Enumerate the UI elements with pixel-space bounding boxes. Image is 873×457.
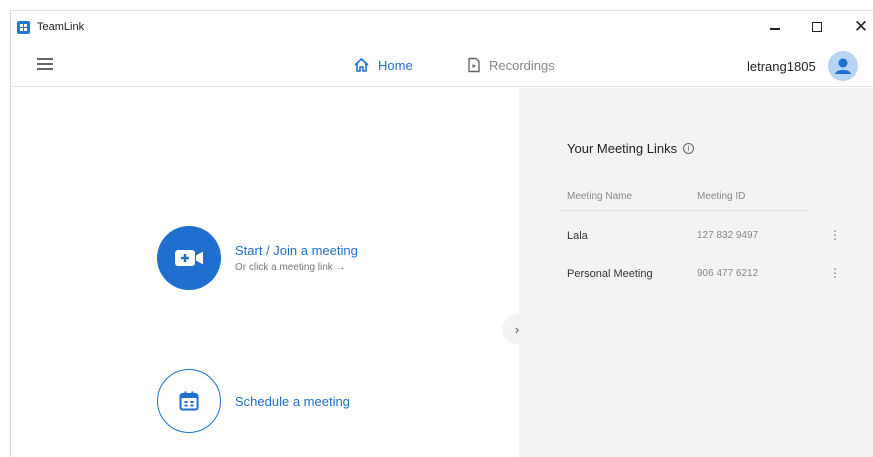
column-header-meeting-name: Meeting Name [567,191,633,202]
chevron-right-icon: › [514,321,520,337]
schedule-meeting-label: Schedule a meeting [235,393,350,409]
meeting-links-pane: Your Meeting Links i Meeting Name Meetin… [519,88,873,457]
tab-home[interactable]: Home [353,57,413,73]
app-logo-icon [17,21,30,34]
username: letrang1805 [747,59,816,74]
hamburger-icon[interactable] [37,58,53,70]
collapse-panel-button[interactable]: › [502,314,532,344]
table-row[interactable]: Personal Meeting 906 477 6212 ⋮ [519,267,873,288]
title-bar: TeamLink ✕ [11,11,873,43]
column-header-meeting-id: Meeting ID [697,191,746,202]
meeting-links-title-text: Your Meeting Links [567,141,678,156]
minimize-button[interactable] [759,15,791,39]
more-vertical-icon[interactable]: ⋮ [829,267,841,279]
maximize-button[interactable] [801,15,833,39]
app-window: TeamLink ✕ Home Recordings letrang1805 S… [10,10,873,457]
schedule-meeting-button[interactable]: Schedule a meeting [157,369,350,433]
meeting-id-cell: 127 832 9497 [697,230,759,241]
app-title: TeamLink [37,21,85,33]
meeting-name-cell: Personal Meeting [567,268,653,280]
video-camera-plus-icon [157,226,221,290]
close-button[interactable]: ✕ [845,15,873,39]
nav-bar: Home Recordings letrang1805 [11,45,873,87]
meeting-links-title: Your Meeting Links i [567,141,695,156]
start-join-meeting-button[interactable]: Start / Join a meeting Or click a meetin… [157,226,358,290]
table-row[interactable]: Lala 127 832 9497 ⋮ [519,229,873,250]
tab-recordings[interactable]: Recordings [467,57,555,73]
actions-pane: Start / Join a meeting Or click a meetin… [11,88,519,457]
meeting-id-cell: 906 477 6212 [697,268,759,279]
info-icon[interactable]: i [683,143,695,154]
tab-recordings-label: Recordings [489,57,555,73]
more-vertical-icon[interactable]: ⋮ [829,229,841,241]
tab-home-label: Home [378,57,413,73]
minimize-icon [770,28,780,30]
start-join-meeting-label: Start / Join a meeting [235,243,358,258]
meeting-name-cell: Lala [567,230,588,242]
user-avatar-icon[interactable] [828,51,858,81]
calendar-icon [157,369,221,433]
meeting-link-hint[interactable]: Or click a meeting link → [235,262,358,273]
close-icon: ✕ [853,17,869,36]
recording-file-icon [468,57,480,73]
maximize-icon [812,22,822,32]
header-divider [559,210,809,211]
home-icon [354,58,369,72]
